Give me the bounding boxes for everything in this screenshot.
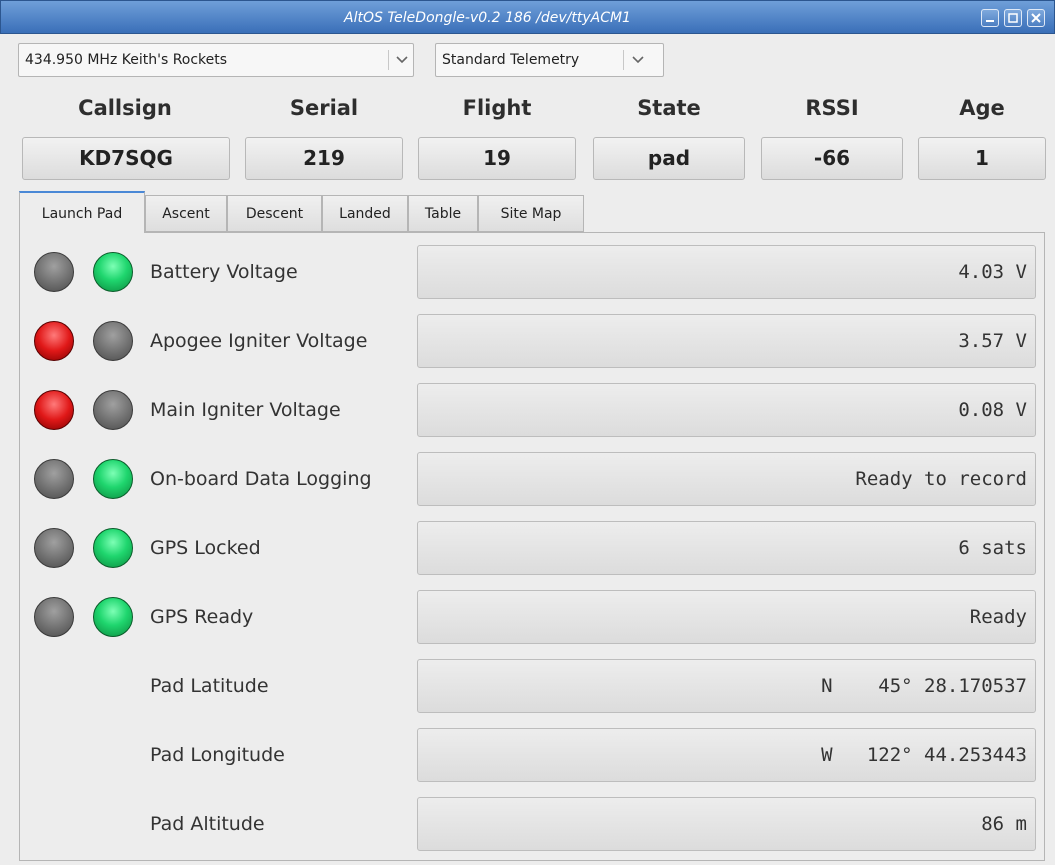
tab-site-map[interactable]: Site Map	[478, 195, 584, 232]
row-value-data-logging: Ready to record	[417, 452, 1036, 506]
row-value-main-igniter: 0.08 V	[417, 383, 1036, 437]
callsign-value: KD7SQG	[22, 137, 230, 180]
minimize-icon[interactable]	[981, 9, 999, 27]
status-led-left	[34, 528, 74, 568]
rssi-value: -66	[761, 137, 903, 180]
status-led-left	[34, 252, 74, 292]
status-led-right	[93, 459, 133, 499]
header-label-flight: Flight	[462, 96, 532, 120]
row-label-data-logging: On-board Data Logging	[150, 468, 372, 490]
telemetry-value: Standard Telemetry	[442, 52, 580, 68]
close-icon[interactable]	[1027, 9, 1045, 27]
row-value-pad-altitude: 86 m	[417, 797, 1036, 851]
frequency-value: 434.950 MHz Keith's Rockets	[25, 52, 228, 68]
status-led-right	[93, 252, 133, 292]
maximize-icon[interactable]	[1004, 9, 1022, 27]
row-value-battery-voltage: 4.03 V	[417, 245, 1036, 299]
row-label-pad-longitude: Pad Longitude	[150, 744, 285, 766]
chevron-down-icon	[396, 56, 408, 64]
header-label-callsign: Callsign	[78, 96, 172, 120]
status-led-left	[34, 390, 74, 430]
flight-value: 19	[418, 137, 576, 180]
row-value-gps-locked: 6 sats	[417, 521, 1036, 575]
telemetry-select[interactable]: Standard Telemetry	[435, 43, 664, 77]
tab-table[interactable]: Table	[408, 195, 478, 232]
row-label-pad-altitude: Pad Altitude	[150, 813, 265, 835]
status-led-right	[93, 597, 133, 637]
age-value: 1	[918, 137, 1046, 180]
combo-divider	[388, 50, 389, 70]
state-value: pad	[593, 137, 745, 180]
row-label-gps-locked: GPS Locked	[150, 537, 261, 559]
row-label-apogee-igniter: Apogee Igniter Voltage	[150, 330, 368, 352]
status-led-left	[34, 597, 74, 637]
frequency-select[interactable]: 434.950 MHz Keith's Rockets	[18, 43, 414, 77]
row-value-pad-longitude: W 122° 44.253443	[417, 728, 1036, 782]
tab-launch-pad[interactable]: Launch Pad	[19, 191, 145, 233]
status-led-right	[93, 528, 133, 568]
title-bar[interactable]: AltOS TeleDongle-v0.2 186 /dev/ttyACM1	[0, 0, 1055, 34]
tab-descent[interactable]: Descent	[227, 195, 322, 232]
combo-divider	[623, 50, 624, 70]
chevron-down-icon	[632, 56, 644, 64]
status-led-left	[34, 321, 74, 361]
row-label-main-igniter: Main Igniter Voltage	[150, 399, 341, 421]
header-label-age: Age	[959, 96, 1005, 120]
row-label-pad-latitude: Pad Latitude	[150, 675, 269, 697]
tab-landed[interactable]: Landed	[322, 195, 408, 232]
header-label-state: State	[637, 96, 701, 120]
serial-value: 219	[245, 137, 403, 180]
status-led-left	[34, 459, 74, 499]
row-value-apogee-igniter: 3.57 V	[417, 314, 1036, 368]
row-value-pad-latitude: N 45° 28.170537	[417, 659, 1036, 713]
header-label-serial: Serial	[289, 96, 359, 120]
status-led-right	[93, 321, 133, 361]
row-label-battery-voltage: Battery Voltage	[150, 261, 298, 283]
window-title: AltOS TeleDongle-v0.2 186 /dev/ttyACM1	[344, 10, 631, 26]
row-label-gps-ready: GPS Ready	[150, 606, 254, 628]
header-label-rssi: RSSI	[805, 96, 859, 120]
tab-ascent[interactable]: Ascent	[145, 195, 227, 232]
status-led-right	[93, 390, 133, 430]
row-value-gps-ready: Ready	[417, 590, 1036, 644]
